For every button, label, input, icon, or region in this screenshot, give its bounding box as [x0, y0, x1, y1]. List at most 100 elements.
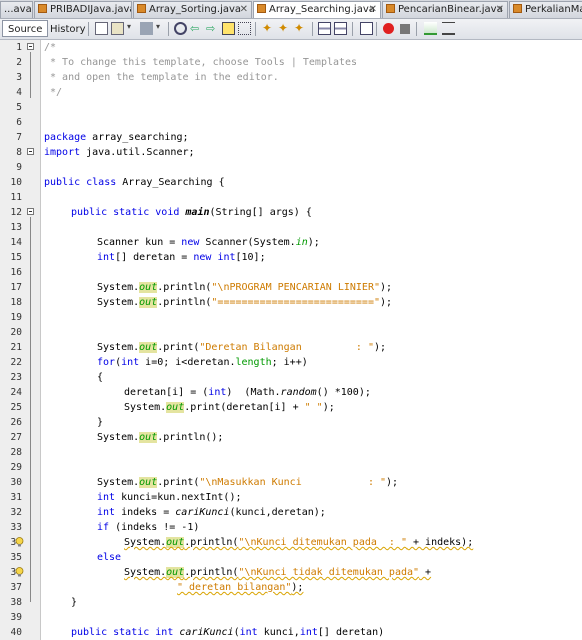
search-icon[interactable] [174, 22, 187, 35]
next-bookmark-icon[interactable]: ✦ [294, 22, 307, 35]
code-text: /* [44, 42, 57, 53]
tab-perkalianma[interactable]: PerkalianMa [509, 1, 582, 18]
line-number: 9 [16, 162, 22, 173]
shift-left-icon[interactable] [318, 22, 331, 35]
rule-icon[interactable] [442, 22, 455, 35]
close-icon[interactable]: ✕ [369, 2, 377, 18]
code-line: 22 for(int i=0; i<deretan.length; i++) [0, 355, 582, 370]
line-number: 11 [10, 192, 22, 203]
forward-icon[interactable] [140, 22, 153, 35]
last-edit-icon[interactable] [95, 22, 108, 35]
line-number: 5 [16, 102, 22, 113]
back-icon[interactable] [111, 22, 124, 35]
field-token: in [295, 237, 308, 248]
code-line: 16 [0, 265, 582, 280]
tab-ava[interactable]: ...ava [0, 1, 33, 18]
code-token: [] deretan = [115, 252, 194, 263]
shift-right-icon[interactable] [334, 22, 347, 35]
code-line: 23 { [0, 370, 582, 385]
method-name: cariKunci [175, 507, 230, 518]
tab-pribadijava[interactable]: PRIBADIJava.java [34, 1, 132, 18]
editor-tab-bar: ...ava PRIBADIJava.java Array_Sorting.ja… [0, 0, 582, 19]
keyword: int [239, 627, 258, 638]
line-number: 20 [10, 327, 22, 338]
line-number: 14 [10, 237, 22, 248]
code-text: package array_searching; [44, 130, 189, 145]
code-token: [10]; [235, 252, 266, 263]
code-token: System. [97, 282, 140, 293]
line-number: 16 [10, 267, 22, 278]
code-token: System. [124, 567, 167, 578]
code-token: (kunci,deretan); [229, 507, 326, 518]
code-line: 11 [0, 190, 582, 205]
field-token: out [139, 297, 158, 308]
toggle-bookmark-icon[interactable]: ✦ [262, 22, 275, 35]
keyword: package [44, 132, 87, 143]
fold-toggle-icon[interactable] [27, 43, 34, 50]
code-line: 10 public class Array_Searching { [0, 175, 582, 190]
source-button[interactable]: Source [2, 20, 49, 37]
code-line: 12 public static void main(String[] args)… [0, 205, 582, 220]
line-number: 23 [10, 372, 22, 383]
code-token: ; i++) [271, 357, 308, 368]
toggle-highlight-icon[interactable] [222, 22, 235, 35]
code-text: int indeks = cariKunci(kunci,deretan); [97, 505, 326, 520]
keyword: int [217, 252, 236, 263]
java-file-icon [257, 4, 266, 13]
code-token: (String[] args) { [209, 207, 312, 218]
code-token: [] deretan) [317, 627, 385, 638]
code-token: .println( [157, 297, 212, 308]
lightbulb-hint-icon[interactable] [15, 567, 24, 577]
code-line: 34System.out.println("\nKunci ditemukan … [0, 535, 582, 550]
toolbar-separator [376, 22, 377, 36]
tab-array-searching[interactable]: Array_Searching.java ✕ [253, 1, 381, 18]
code-text: System.out.println(); [97, 430, 223, 445]
line-number: 12 [10, 207, 22, 218]
code-text: deretan[i] = (int) (Math.random() *100); [124, 385, 371, 400]
start-macro-icon[interactable] [383, 23, 394, 34]
field-token: out [166, 537, 185, 548]
line-number: 19 [10, 312, 22, 323]
find-next-icon[interactable]: ⇨ [206, 22, 219, 35]
string-literal: "\nPROGRAM PENCARIAN LINIER" [211, 282, 380, 293]
line-number: 7 [16, 132, 22, 143]
fold-toggle-icon[interactable] [27, 208, 34, 215]
lightbulb-hint-icon[interactable] [15, 537, 24, 547]
line-number: 29 [10, 462, 22, 473]
code-text: System.out.print("Deretan Bilangan : "); [97, 340, 386, 355]
string-literal: " " [304, 402, 323, 413]
field-token: out [139, 432, 158, 443]
code-line: 2 * To change this template, choose Tool… [0, 55, 582, 70]
code-line: 15 int[] deretan = new int[10]; [0, 250, 582, 265]
chevron-down-icon[interactable]: ▾ [127, 22, 140, 35]
check-icon[interactable] [424, 22, 437, 35]
line-number: 27 [10, 432, 22, 443]
code-text: public static void main(String[] args) { [71, 205, 312, 220]
line-number: 15 [10, 252, 22, 263]
close-icon[interactable]: ✕ [496, 2, 504, 18]
tab-pencarianbinear[interactable]: PencarianBinear.java ✕ [382, 1, 508, 18]
code-text: System.out.println("\nPROGRAM PENCARIAN … [97, 280, 392, 295]
string-literal: "\nKunci ditemukan pada : " [238, 537, 407, 548]
previous-bookmark-icon[interactable]: ✦ [278, 22, 291, 35]
find-previous-icon[interactable]: ⇦ [190, 22, 203, 35]
code-line: 33 if (indeks != -1) [0, 520, 582, 535]
close-icon[interactable]: ✕ [240, 2, 248, 18]
rectangular-selection-icon[interactable] [238, 22, 251, 35]
tab-array-sorting[interactable]: Array_Sorting.java ✕ [133, 1, 252, 18]
code-text: int[] deretan = new int[10]; [97, 250, 266, 265]
code-line: 19 [0, 310, 582, 325]
fold-toggle-icon[interactable] [27, 148, 34, 155]
code-line: 31 int kunci=kun.nextInt(); [0, 490, 582, 505]
keyword: public static void [71, 207, 180, 218]
line-number: 24 [10, 387, 22, 398]
code-line: 30 System.out.print("\nMasukkan Kunci : "… [0, 475, 582, 490]
code-token: Array_Searching { [116, 177, 225, 188]
code-line: 37 " deretan bilangan"); [0, 580, 582, 595]
history-button[interactable]: History [44, 20, 92, 37]
java-file-icon [38, 4, 47, 13]
code-token: ); [379, 297, 393, 308]
stop-macro-icon[interactable] [400, 24, 410, 34]
keyword: if [97, 522, 110, 533]
comment-icon[interactable] [360, 22, 373, 35]
